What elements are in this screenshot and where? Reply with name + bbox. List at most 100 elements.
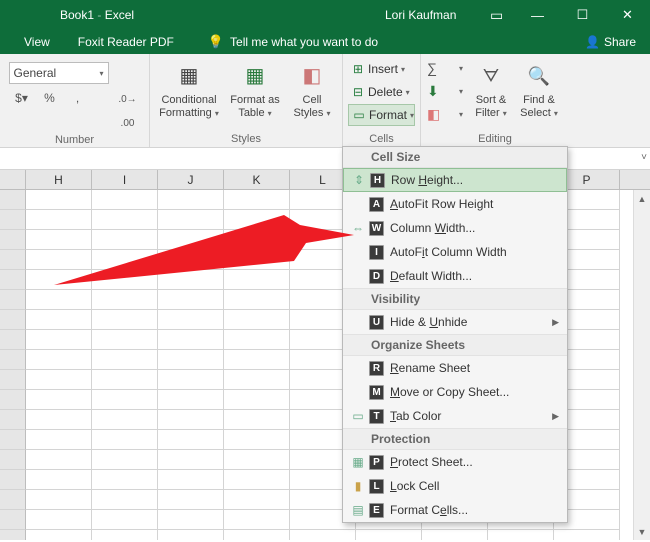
cell[interactable]: [158, 390, 224, 410]
format-cells-button[interactable]: ▭Format▾: [348, 104, 415, 126]
cell[interactable]: [158, 190, 224, 210]
row-header[interactable]: [0, 450, 26, 470]
cell[interactable]: [224, 190, 290, 210]
cell[interactable]: [92, 370, 158, 390]
sort-filter-button[interactable]: ᗊ Sort & Filter ▾: [467, 58, 515, 119]
cell[interactable]: [26, 370, 92, 390]
cell[interactable]: [92, 290, 158, 310]
cell[interactable]: [158, 250, 224, 270]
cell[interactable]: [26, 190, 92, 210]
row-header[interactable]: [0, 390, 26, 410]
cell[interactable]: [26, 530, 92, 540]
cell-styles-button[interactable]: ◧ Cell Styles ▾: [288, 58, 336, 119]
cell[interactable]: [158, 370, 224, 390]
cell[interactable]: [92, 230, 158, 250]
row-header[interactable]: [0, 210, 26, 230]
increase-decimal-button[interactable]: .0→: [115, 88, 141, 110]
cell[interactable]: [488, 530, 554, 540]
decrease-decimal-button[interactable]: .00: [115, 112, 141, 134]
cell[interactable]: [224, 410, 290, 430]
cell[interactable]: [224, 330, 290, 350]
cell[interactable]: [158, 290, 224, 310]
cell[interactable]: [224, 450, 290, 470]
cell[interactable]: [92, 270, 158, 290]
cell[interactable]: [158, 310, 224, 330]
cell[interactable]: [224, 490, 290, 510]
col-header[interactable]: K: [224, 170, 290, 189]
cell[interactable]: [92, 470, 158, 490]
number-format-combo[interactable]: General▾: [9, 62, 109, 84]
cell[interactable]: [224, 270, 290, 290]
cell[interactable]: [26, 470, 92, 490]
cell[interactable]: [158, 230, 224, 250]
cell[interactable]: [224, 470, 290, 490]
menu-item-rename-sheet[interactable]: R Rename Sheet: [343, 356, 567, 380]
tab-foxit[interactable]: Foxit Reader PDF: [78, 35, 174, 49]
cell[interactable]: [92, 530, 158, 540]
cell[interactable]: [26, 210, 92, 230]
ribbon-display-options-icon[interactable]: ▭: [490, 7, 503, 24]
cell[interactable]: [356, 530, 422, 540]
cell[interactable]: [92, 330, 158, 350]
cell[interactable]: [26, 490, 92, 510]
cell[interactable]: [158, 270, 224, 290]
row-header[interactable]: [0, 290, 26, 310]
scroll-up-icon[interactable]: ▲: [634, 190, 650, 207]
cell[interactable]: [26, 390, 92, 410]
row-header[interactable]: [0, 330, 26, 350]
expand-formula-bar-icon[interactable]: ˅: [641, 152, 647, 163]
col-header[interactable]: H: [26, 170, 92, 189]
cell[interactable]: [158, 470, 224, 490]
cell[interactable]: [224, 350, 290, 370]
row-header[interactable]: [0, 350, 26, 370]
cell[interactable]: [158, 410, 224, 430]
cell[interactable]: [92, 410, 158, 430]
select-all-corner[interactable]: [0, 170, 26, 189]
tell-me-search[interactable]: 💡 Tell me what you want to do: [208, 34, 378, 50]
menu-item-hide-unhide[interactable]: U Hide & Unhide ▶: [343, 310, 567, 334]
row-header[interactable]: [0, 410, 26, 430]
cell[interactable]: [158, 330, 224, 350]
cell[interactable]: [26, 410, 92, 430]
cell[interactable]: [158, 430, 224, 450]
percent-format-button[interactable]: %: [37, 87, 63, 109]
comma-format-button[interactable]: ,: [65, 87, 91, 109]
cell[interactable]: [422, 530, 488, 540]
scroll-down-icon[interactable]: ▼: [634, 523, 650, 540]
menu-item-autofit-row-height[interactable]: A AutoFit Row Height: [343, 192, 567, 216]
cell[interactable]: [92, 350, 158, 370]
cell[interactable]: [224, 310, 290, 330]
cell[interactable]: [26, 250, 92, 270]
cell[interactable]: [26, 510, 92, 530]
cell[interactable]: [224, 430, 290, 450]
menu-item-column-width[interactable]: ⇔ W Column Width...: [343, 216, 567, 240]
cell[interactable]: [26, 310, 92, 330]
cell[interactable]: [158, 450, 224, 470]
insert-cells-button[interactable]: ⊞Insert▾: [348, 58, 415, 80]
cell[interactable]: [92, 450, 158, 470]
cell[interactable]: [92, 210, 158, 230]
close-button[interactable]: ✕: [605, 0, 650, 30]
cell[interactable]: [224, 250, 290, 270]
menu-item-format-cells[interactable]: ▤ E Format Cells...: [343, 498, 567, 522]
col-header[interactable]: I: [92, 170, 158, 189]
cell[interactable]: [26, 330, 92, 350]
cell[interactable]: [224, 510, 290, 530]
cell[interactable]: [92, 310, 158, 330]
menu-item-move-copy-sheet[interactable]: M Move or Copy Sheet...: [343, 380, 567, 404]
row-header[interactable]: [0, 190, 26, 210]
row-header[interactable]: [0, 230, 26, 250]
cell[interactable]: [26, 450, 92, 470]
cell[interactable]: [224, 210, 290, 230]
minimize-button[interactable]: —: [515, 0, 560, 30]
menu-item-lock-cell[interactable]: ▮ L Lock Cell: [343, 474, 567, 498]
tab-view[interactable]: View: [24, 35, 50, 49]
cell[interactable]: [92, 490, 158, 510]
cell[interactable]: [158, 510, 224, 530]
row-header[interactable]: [0, 490, 26, 510]
cell[interactable]: [158, 530, 224, 540]
cell[interactable]: [158, 490, 224, 510]
accounting-format-button[interactable]: $▾: [9, 87, 35, 109]
row-header[interactable]: [0, 270, 26, 290]
cell[interactable]: [554, 530, 620, 540]
